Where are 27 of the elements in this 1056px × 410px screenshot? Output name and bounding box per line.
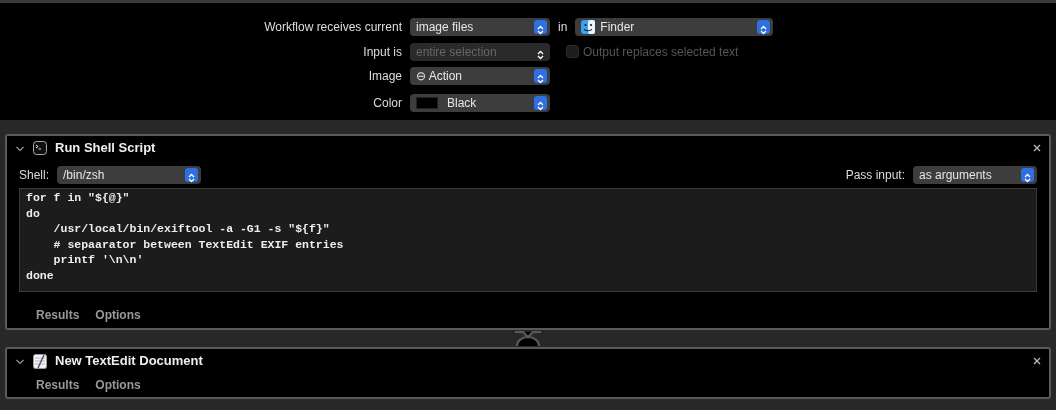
color-label: Color xyxy=(372,94,403,112)
footer-tab[interactable]: Results xyxy=(36,306,80,324)
color-swatch xyxy=(416,96,438,109)
script-editor[interactable]: for f in "${@}" do /usr/local/bin/exiftool -a -G1 -s "${f}" # sepaarator between TextEdit EXIF entries printf '\n\n' done xyxy=(19,188,1037,292)
action-title: New TextEdit Document xyxy=(55,352,203,371)
finder-face-icon xyxy=(581,20,596,35)
footer-tab[interactable]: Options xyxy=(95,306,141,324)
terminal-icon xyxy=(33,141,47,155)
input-label: Input is xyxy=(362,43,403,61)
close-icon[interactable] xyxy=(1033,144,1041,152)
image-label: Image xyxy=(367,68,403,86)
document-icon xyxy=(33,353,47,369)
image-popup[interactable]: ⊖ Action xyxy=(410,67,550,86)
receives-label: Workflow receives current xyxy=(263,19,403,37)
shell-label: Shell: xyxy=(19,167,50,184)
pass-input-label: Pass input: xyxy=(845,167,905,184)
pass-input-popup[interactable]: as arguments xyxy=(913,166,1037,184)
color-popup[interactable]: Black xyxy=(410,93,550,112)
output-checkbox-label: Output replaces selected text xyxy=(583,43,739,61)
input-type-popup[interactable]: image files xyxy=(410,18,550,37)
in-label: in xyxy=(558,19,568,37)
application-popup[interactable]: Finder xyxy=(575,18,774,37)
footer-tab[interactable]: Results xyxy=(36,376,80,394)
action-title: Run Shell Script xyxy=(55,139,156,158)
footer-tab[interactable]: Options xyxy=(95,376,141,394)
shell-popup[interactable]: /bin/zsh xyxy=(57,166,202,184)
close-icon[interactable] xyxy=(1033,357,1041,365)
